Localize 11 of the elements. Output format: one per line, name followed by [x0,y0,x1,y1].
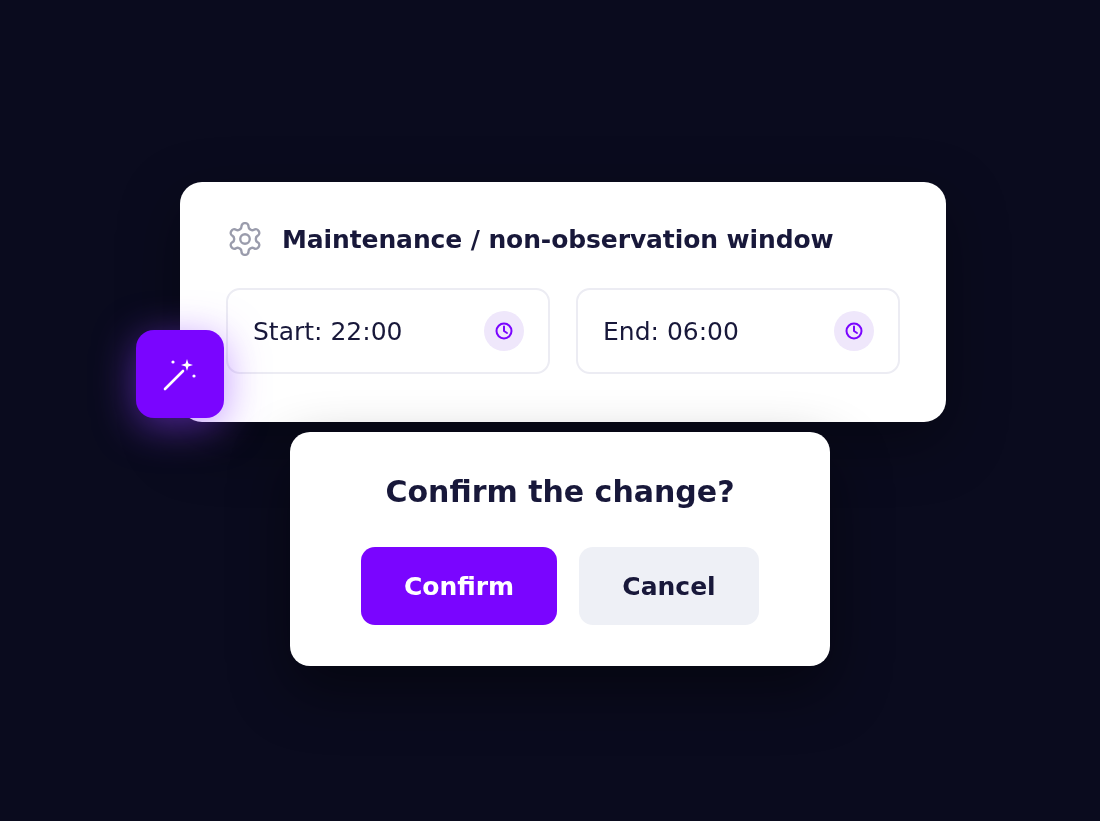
card-title: Maintenance / non-observation window [282,224,834,254]
time-value: End: 06:00 [603,316,739,346]
dialog-title: Confirm the change? [385,474,735,509]
clock-icon[interactable] [484,311,524,351]
confirm-button[interactable]: Confirm [361,547,557,625]
clock-icon[interactable] [834,311,874,351]
time-value: Start: 22:00 [253,316,403,346]
magic-wand-button[interactable] [136,330,224,418]
time-field[interactable]: End: 06:00 [576,288,900,374]
time-field[interactable]: Start: 22:00 [226,288,550,374]
cancel-button[interactable]: Cancel [579,547,759,625]
